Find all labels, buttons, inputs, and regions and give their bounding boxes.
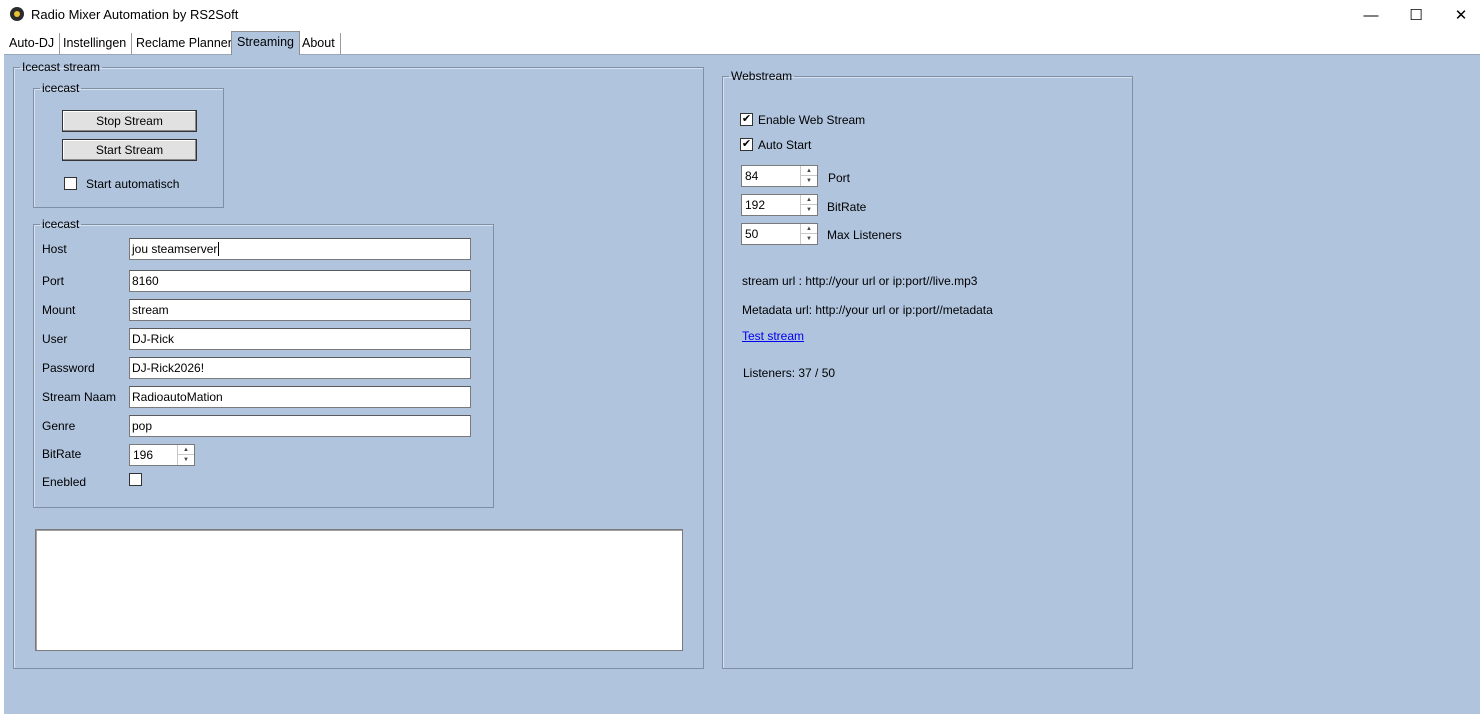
- spinner-arrows: ▲ ▼: [800, 195, 817, 215]
- enable-web-stream-checkbox[interactable]: ✔: [740, 113, 753, 126]
- spinner-arrows: ▲ ▼: [177, 445, 194, 465]
- host-input[interactable]: jou steamserver: [129, 238, 471, 260]
- mount-label: Mount: [42, 303, 76, 317]
- icecast-settings-legend: icecast: [42, 217, 80, 231]
- spinner-arrows: ▲ ▼: [800, 224, 817, 244]
- web-bitrate-spinner[interactable]: 192 ▲ ▼: [741, 194, 818, 216]
- tab-about[interactable]: About: [297, 33, 341, 54]
- bitrate-value: 196: [133, 448, 154, 462]
- spin-down-icon[interactable]: ▼: [178, 455, 194, 465]
- port-label: Port: [42, 274, 65, 288]
- stream-naam-input[interactable]: RadioautoMation: [129, 386, 471, 408]
- user-input[interactable]: DJ-Rick: [129, 328, 471, 350]
- auto-start-label: Auto Start: [758, 138, 812, 152]
- max-listeners-label: Max Listeners: [827, 228, 902, 242]
- auto-start-checkbox[interactable]: ✔: [740, 138, 753, 151]
- web-bitrate-label: BitRate: [827, 200, 867, 214]
- tab-instellingen[interactable]: Instellingen: [58, 33, 133, 54]
- streaming-panel: Icecast stream icecast Stop Stream Start…: [4, 54, 1480, 714]
- spin-up-icon[interactable]: ▲: [801, 195, 817, 205]
- start-automatisch-checkbox[interactable]: [64, 177, 77, 190]
- port-input[interactable]: 8160: [129, 270, 471, 292]
- minimize-icon: —: [1363, 6, 1379, 24]
- enabled-label: Enebled: [42, 475, 87, 489]
- test-stream-link[interactable]: Test stream: [742, 329, 804, 343]
- spin-down-icon[interactable]: ▼: [801, 205, 817, 215]
- icecast-stream-legend: Icecast stream: [22, 60, 101, 74]
- listeners-count: Listeners: 37 / 50: [743, 366, 836, 380]
- tab-auto-dj[interactable]: Auto-DJ: [4, 33, 61, 54]
- password-label: Password: [42, 361, 95, 375]
- bitrate-spinner[interactable]: 196 ▲ ▼: [129, 444, 195, 466]
- close-button[interactable]: ✕: [1438, 0, 1484, 30]
- text-caret: [218, 242, 220, 256]
- spin-up-icon[interactable]: ▲: [801, 166, 817, 176]
- spin-down-icon[interactable]: ▼: [801, 176, 817, 186]
- web-port-label: Port: [828, 171, 851, 185]
- genre-label: Genre: [42, 419, 76, 433]
- web-bitrate-value: 192: [745, 198, 766, 212]
- tab-streaming[interactable]: Streaming: [231, 31, 300, 55]
- log-textbox[interactable]: [35, 529, 683, 651]
- mount-input[interactable]: stream: [129, 299, 471, 321]
- host-value: jou steamserver: [132, 242, 218, 256]
- spin-up-icon[interactable]: ▲: [801, 224, 817, 234]
- enabled-checkbox[interactable]: [129, 473, 142, 486]
- app-icon: [10, 7, 24, 21]
- minimize-button[interactable]: —: [1348, 0, 1394, 30]
- web-port-spinner[interactable]: 84 ▲ ▼: [741, 165, 818, 187]
- close-icon: ✕: [1454, 7, 1468, 24]
- user-label: User: [42, 332, 68, 346]
- stream-naam-label: Stream Naam: [42, 390, 117, 404]
- genre-input[interactable]: pop: [129, 415, 471, 437]
- title-bar: Radio Mixer Automation by RS2Soft — ☐ ✕: [0, 0, 1484, 30]
- enable-web-stream-label: Enable Web Stream: [758, 113, 866, 127]
- spin-down-icon[interactable]: ▼: [801, 234, 817, 244]
- host-label: Host: [42, 242, 67, 256]
- spin-up-icon[interactable]: ▲: [178, 445, 194, 455]
- bitrate-label: BitRate: [42, 447, 82, 461]
- tab-strip: Auto-DJ Instellingen Reclame Planner Str…: [0, 30, 1484, 55]
- stop-stream-button[interactable]: Stop Stream: [62, 110, 197, 132]
- window-title: Radio Mixer Automation by RS2Soft: [31, 7, 239, 22]
- max-listeners-value: 50: [745, 227, 759, 241]
- spinner-arrows: ▲ ▼: [800, 166, 817, 186]
- password-input[interactable]: DJ-Rick2026!: [129, 357, 471, 379]
- start-stream-button[interactable]: Start Stream: [62, 139, 197, 161]
- max-listeners-spinner[interactable]: 50 ▲ ▼: [741, 223, 818, 245]
- web-port-value: 84: [745, 169, 759, 183]
- maximize-icon: ☐: [1409, 7, 1423, 24]
- tab-reclame-planner[interactable]: Reclame Planner: [131, 33, 238, 54]
- start-automatisch-label: Start automatisch: [86, 177, 180, 191]
- maximize-button[interactable]: ☐: [1393, 0, 1439, 30]
- stream-url-text: stream url : http://your url or ip:port/…: [742, 274, 978, 288]
- metadata-url-text: Metadata url: http://your url or ip:port…: [742, 303, 993, 317]
- icecast-control-legend: icecast: [42, 81, 80, 95]
- webstream-legend: Webstream: [731, 69, 793, 83]
